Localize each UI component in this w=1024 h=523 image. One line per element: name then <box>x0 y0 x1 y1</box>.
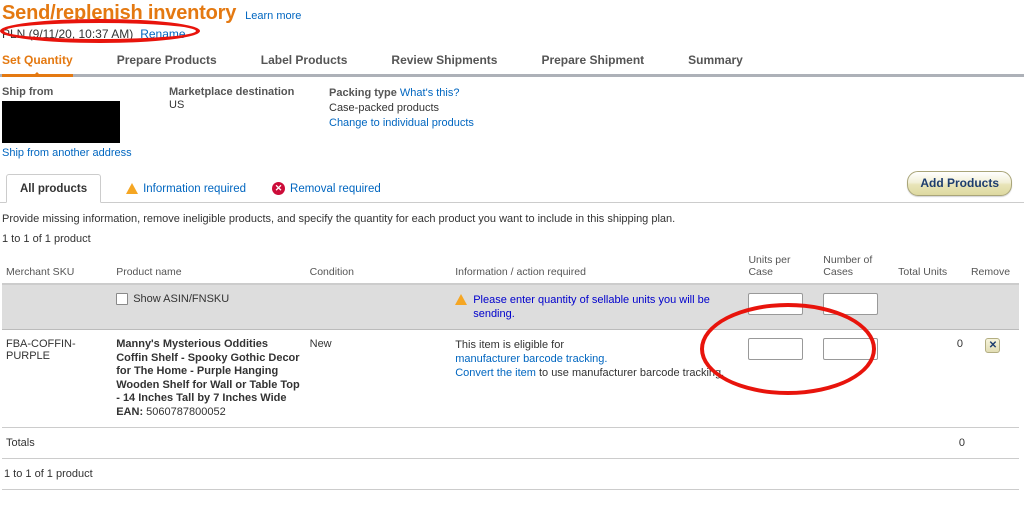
header-information: Information / action required <box>451 254 745 285</box>
info-convert-suffix: to use manufacturer barcode tracking. <box>535 367 725 379</box>
destination-value: US <box>169 99 185 111</box>
table-row: FBA-COFFIN-PURPLE Manny's Mysterious Odd… <box>2 329 1019 428</box>
packing-whats-this-link[interactable]: What's this? <box>400 87 460 99</box>
manufacturer-barcode-tracking-link[interactable]: manufacturer barcode tracking. <box>455 353 607 365</box>
ship-from-another-address-link[interactable]: Ship from another address <box>2 147 132 159</box>
filter-tab-information-required-label[interactable]: Information required <box>143 183 246 195</box>
header-product-name: Product name <box>112 254 306 285</box>
convert-the-item-link[interactable]: Convert the item <box>455 367 536 379</box>
product-ean: EAN: 5060787800052 <box>116 406 301 420</box>
cell-condition: New <box>305 329 452 428</box>
instructions-text: Provide missing information, remove inel… <box>2 213 676 225</box>
cell-units-per-case <box>744 329 820 428</box>
ean-label: EAN: <box>116 405 144 418</box>
products-table: Merchant SKU Product name Condition Info… <box>2 254 1019 428</box>
step-review-shipments[interactable]: Review Shipments <box>391 53 497 74</box>
packing-type-label: Packing type <box>329 87 397 99</box>
header-merchant-sku: Merchant SKU <box>2 254 113 285</box>
info-convert-line: Convert the item to use manufacturer bar… <box>455 366 740 380</box>
show-asin-cell: Show ASIN/FNSKU <box>112 284 452 330</box>
filter-tab-removal-required-label[interactable]: Removal required <box>290 183 381 195</box>
filter-tab-all-products[interactable]: All products <box>6 174 102 203</box>
quantity-warning-text: Please enter quantity of sellable units … <box>473 294 710 320</box>
cell-total-units: 0 <box>894 329 967 428</box>
product-filter-bar: All products Information required ✕ Remo… <box>0 171 1024 203</box>
packing-type-value: Case-packed products <box>329 102 440 114</box>
plan-name: PLN (9/11/20, 10:37 AM) <box>2 27 134 41</box>
cell-remove: ✕ <box>966 329 1019 428</box>
ship-from-label: Ship from <box>2 86 54 98</box>
totals-value: 0 <box>899 428 969 459</box>
header-units-per-case: Units per Case <box>744 254 820 285</box>
packing-change-line: Change to individual products <box>329 116 629 131</box>
message-row-total-cell <box>894 284 967 330</box>
header-remove: Remove <box>966 254 1019 285</box>
info-barcode-link-line: manufacturer barcode tracking. <box>455 352 740 366</box>
units-per-case-input-header[interactable] <box>748 293 804 315</box>
totals-row: Totals 0 <box>2 428 1019 459</box>
workflow-steps: Set Quantity Prepare Products Label Prod… <box>0 51 1024 77</box>
message-row: Show ASIN/FNSKU Please enter quantity of… <box>2 284 1019 330</box>
step-label-products[interactable]: Label Products <box>261 53 348 74</box>
filter-tab-removal-required[interactable]: ✕ Removal required <box>259 174 394 203</box>
header-condition: Condition <box>305 254 452 285</box>
cell-information: This item is eligible for manufacturer b… <box>451 329 745 428</box>
message-row-warning-cell: Please enter quantity of sellable units … <box>451 284 745 330</box>
shipment-info: Ship from Ship from another address Mark… <box>0 77 1024 159</box>
step-prepare-shipment[interactable]: Prepare Shipment <box>541 53 644 74</box>
message-row-number-of-cases-cell <box>819 284 895 330</box>
change-to-individual-products-link[interactable]: Change to individual products <box>329 117 474 129</box>
info-eligible-text: This item is eligible for <box>455 339 565 351</box>
message-row-remove-cell <box>966 284 1019 330</box>
page-title: Send/replenish inventory <box>2 2 237 24</box>
number-of-cases-input[interactable] <box>823 338 879 360</box>
table-header-row: Merchant SKU Product name Condition Info… <box>2 254 1019 285</box>
destination-label: Marketplace destination <box>169 86 295 98</box>
number-of-cases-input-header[interactable] <box>823 293 879 315</box>
units-per-case-input[interactable] <box>748 338 804 360</box>
packing-label-line: Packing type What's this? <box>329 86 629 101</box>
show-asin-fnsku-label: Show ASIN/FNSKU <box>133 293 230 305</box>
step-summary[interactable]: Summary <box>688 53 743 74</box>
totals-label: Totals <box>2 428 899 459</box>
cell-product-name: Manny's Mysterious Oddities Coffin Shelf… <box>112 329 306 428</box>
totals-table: Totals 0 <box>2 428 1019 459</box>
filter-tab-all-products-label: All products <box>20 182 88 195</box>
message-row-units-per-case-cell <box>744 284 820 330</box>
products-table-head: Merchant SKU Product name Condition Info… <box>2 254 1019 285</box>
step-prepare-products[interactable]: Prepare Products <box>117 53 217 74</box>
cell-merchant-sku: FBA-COFFIN-PURPLE <box>2 329 113 428</box>
message-row-sku-cell <box>2 284 113 330</box>
page-header: Send/replenish inventory Learn more PLN … <box>0 0 1024 41</box>
warning-icon <box>455 294 468 305</box>
totals-spacer <box>969 428 1019 459</box>
plan-row: PLN (9/11/20, 10:37 AM) Rename <box>0 27 1024 41</box>
ean-value: 5060787800052 <box>146 405 226 418</box>
header-total-units: Total Units <box>894 254 967 285</box>
info-eligible-line: This item is eligible for <box>455 338 740 352</box>
quantity-warning: Please enter quantity of sellable units … <box>455 293 740 321</box>
checkbox-icon[interactable] <box>116 293 129 305</box>
header-number-of-cases: Number of Cases <box>819 254 895 285</box>
rename-link[interactable]: Rename <box>140 27 185 41</box>
destination-block: Marketplace destination US <box>169 86 329 159</box>
add-products-button[interactable]: Add Products <box>907 171 1012 196</box>
ship-from-block: Ship from Ship from another address <box>2 86 169 159</box>
packing-block: Packing type What's this? Case-packed pr… <box>329 86 629 159</box>
cell-number-of-cases <box>819 329 895 428</box>
warning-icon <box>126 183 139 194</box>
learn-more-link[interactable]: Learn more <box>245 10 301 22</box>
error-icon: ✕ <box>272 182 286 195</box>
result-count-top: 1 to 1 of 1 product <box>2 233 91 245</box>
products-table-body: Show ASIN/FNSKU Please enter quantity of… <box>2 284 1019 428</box>
title-row: Send/replenish inventory Learn more <box>0 2 1024 24</box>
close-icon[interactable]: ✕ <box>985 338 1001 353</box>
result-count-bottom: 1 to 1 of 1 product <box>2 459 1019 490</box>
show-asin-fnsku-toggle[interactable]: Show ASIN/FNSKU <box>116 293 447 305</box>
filter-tab-information-required[interactable]: Information required <box>113 174 259 203</box>
ship-from-address-redacted <box>2 101 120 143</box>
product-name-text: Manny's Mysterious Oddities Coffin Shelf… <box>116 338 300 404</box>
step-set-quantity[interactable]: Set Quantity <box>2 53 73 77</box>
